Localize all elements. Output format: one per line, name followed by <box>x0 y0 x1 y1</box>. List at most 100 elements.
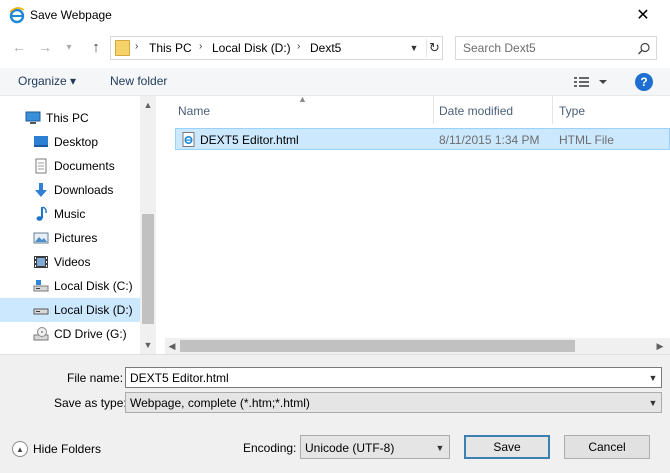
save-as-type-dropdown-button[interactable]: ▼ <box>646 395 660 410</box>
save-as-type-select[interactable]: Webpage, complete (*.htm;*.html) ▼ <box>125 392 662 413</box>
file-row[interactable]: DEXT5 Editor.html 8/11/2015 1:34 PM HTML… <box>175 128 670 150</box>
column-divider[interactable] <box>433 96 434 124</box>
file-date-modified: 8/11/2015 1:34 PM <box>439 133 540 147</box>
desktop-icon <box>33 134 49 150</box>
breadcrumb-separator-icon: › <box>199 41 203 52</box>
chevron-down-icon: ▼ <box>648 372 658 383</box>
save-as-type-value: Webpage, complete (*.htm;*.html) <box>130 396 310 410</box>
sidebar-item-local-disk-d[interactable]: Local Disk (D:) <box>0 298 140 322</box>
sidebar-item-label: Videos <box>54 255 91 269</box>
encoding-select[interactable]: Unicode (UTF-8) ▼ <box>300 435 450 459</box>
scroll-down-button[interactable]: ▼ <box>140 338 156 352</box>
encoding-value: Unicode (UTF-8) <box>305 441 395 455</box>
command-bar: Organize ▾ New folder ? <box>0 68 670 96</box>
chevron-down-icon: ▼ <box>143 340 153 350</box>
file-name-value: DEXT5 Editor.html <box>130 371 229 385</box>
up-button[interactable]: ↑ <box>86 37 106 57</box>
html-file-icon <box>182 132 196 147</box>
recent-locations-button[interactable]: ▾ <box>62 38 76 56</box>
chevron-right-icon: ▶ <box>656 340 664 351</box>
hide-folders-label: Hide Folders <box>33 442 102 456</box>
sidebar-item-videos[interactable]: Videos <box>0 250 140 274</box>
breadcrumb-local-disk-d[interactable]: Local Disk (D:) <box>212 41 291 55</box>
chevron-down-icon: ▼ <box>648 397 658 408</box>
save-button[interactable]: Save <box>464 435 550 459</box>
help-icon: ? <box>640 75 648 89</box>
title-bar: Save Webpage ✕ <box>0 0 670 30</box>
organize-button[interactable]: Organize ▾ <box>18 74 76 88</box>
chevron-down-icon: ▼ <box>409 43 419 53</box>
close-button[interactable]: ✕ <box>620 0 666 30</box>
sidebar-item-label: Downloads <box>54 183 114 197</box>
address-dropdown-button[interactable]: ▼ <box>407 40 421 56</box>
column-header-row: ▲ Name Date modified Type <box>165 94 670 126</box>
sidebar-item-label: This PC <box>46 111 89 125</box>
scroll-up-button[interactable]: ▲ <box>140 98 156 112</box>
window-title: Save Webpage <box>30 8 112 22</box>
sidebar-item-local-disk-c[interactable]: Local Disk (C:) <box>0 274 140 298</box>
search-input[interactable]: Search Dext5 <box>455 36 657 60</box>
breadcrumb-separator-icon: › <box>297 41 301 52</box>
scroll-left-button[interactable]: ◀ <box>165 338 179 354</box>
breadcrumb-this-pc[interactable]: This PC <box>149 41 192 55</box>
search-placeholder: Search Dext5 <box>463 41 536 55</box>
horizontal-scrollbar[interactable]: ◀ ▶ <box>165 338 670 354</box>
address-bar[interactable]: › This PC › Local Disk (D:) › Dext5 ▼ ↻ <box>110 36 443 60</box>
sidebar-item-music[interactable]: Music <box>0 202 140 226</box>
navigation-scrollbar[interactable]: ▲ ▼ <box>140 96 156 354</box>
videos-icon <box>33 254 49 270</box>
save-form-panel: File name: DEXT5 Editor.html ▼ Save as t… <box>0 354 670 473</box>
view-options-icon <box>574 77 607 87</box>
scrollbar-thumb[interactable] <box>180 340 575 352</box>
chevron-left-icon: ◀ <box>168 340 176 351</box>
scroll-right-button[interactable]: ▶ <box>653 338 667 354</box>
new-folder-button[interactable]: New folder <box>110 74 167 88</box>
sidebar-item-pictures[interactable]: Pictures <box>0 226 140 250</box>
arrow-up-icon: ↑ <box>92 38 100 56</box>
sort-ascending-icon: ▲ <box>298 94 307 104</box>
file-name-dropdown-button[interactable]: ▼ <box>646 370 660 385</box>
arrow-right-icon: → <box>38 39 52 55</box>
internet-explorer-icon <box>8 6 26 24</box>
file-name-input[interactable]: DEXT5 Editor.html ▼ <box>125 367 662 388</box>
sidebar-item-this-pc[interactable]: This PC <box>0 106 140 130</box>
column-header-date-modified[interactable]: Date modified <box>439 104 513 118</box>
chevron-up-circle-icon: ▲ <box>12 441 28 457</box>
sidebar-item-downloads[interactable]: Downloads <box>0 178 140 202</box>
column-header-type[interactable]: Type <box>559 104 585 118</box>
cancel-button[interactable]: Cancel <box>564 435 650 459</box>
sidebar-item-label: Desktop <box>54 135 99 149</box>
file-name-label: File name: <box>67 371 124 385</box>
change-view-button[interactable] <box>572 74 612 90</box>
refresh-button[interactable]: ↻ <box>426 39 442 57</box>
sidebar-item-label: Local Disk (D:) <box>54 303 133 317</box>
sidebar-item-desktop[interactable]: Desktop <box>0 130 140 154</box>
column-divider[interactable] <box>552 96 553 124</box>
chevron-down-icon: ▾ <box>66 41 72 53</box>
sidebar-item-label: Documents <box>54 159 115 173</box>
sidebar-item-label: CD Drive (G:) <box>54 327 127 341</box>
save-as-type-label: Save as type: <box>54 396 127 410</box>
search-icon <box>636 41 652 57</box>
refresh-icon: ↻ <box>429 40 440 55</box>
music-icon <box>33 206 49 222</box>
help-button[interactable]: ? <box>635 73 653 91</box>
encoding-dropdown-button[interactable]: ▼ <box>433 440 447 455</box>
pictures-icon <box>33 230 49 246</box>
breadcrumb-dext5[interactable]: Dext5 <box>310 41 341 55</box>
column-header-name[interactable]: Name <box>178 104 210 118</box>
navigation-pane: This PC Desktop Documents Downloads Musi… <box>0 96 156 354</box>
file-list: ▲ Name Date modified Type DEXT5 Editor.h… <box>165 94 670 354</box>
sidebar-item-cd-drive-g[interactable]: CD Drive (G:) <box>0 322 140 346</box>
sidebar-item-label: Local Disk (C:) <box>54 279 133 293</box>
back-button[interactable]: ← <box>10 38 28 56</box>
computer-icon <box>25 110 41 126</box>
downloads-icon <box>33 182 49 198</box>
folder-icon <box>115 40 130 56</box>
drive-icon <box>33 278 49 294</box>
chevron-down-icon: ▼ <box>435 442 445 453</box>
sidebar-item-documents[interactable]: Documents <box>0 154 140 178</box>
scrollbar-thumb[interactable] <box>142 214 154 324</box>
chevron-up-icon: ▲ <box>143 100 153 110</box>
forward-button[interactable]: → <box>36 38 54 56</box>
